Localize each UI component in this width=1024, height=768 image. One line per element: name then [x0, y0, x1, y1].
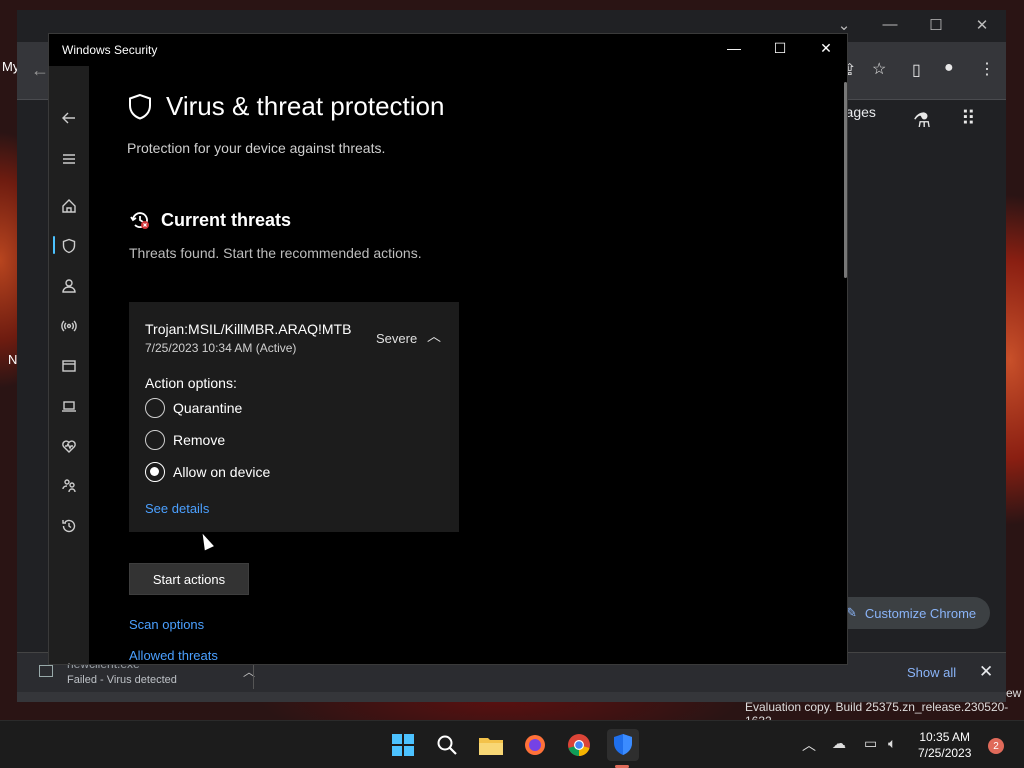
taskbar: ︿ ☁ ▭ 🔈︎ 10:35 AM 7/25/2023 2 — [0, 720, 1024, 768]
customize-chrome-button[interactable]: ✎ Customize Chrome — [832, 597, 990, 629]
chrome-back-icon[interactable]: ← — [31, 60, 49, 81]
chrome-menu-icon[interactable]: ⋮ — [979, 59, 995, 79]
app-browser-icon[interactable] — [49, 351, 89, 381]
account-icon[interactable] — [49, 271, 89, 301]
action-options-label: Action options: — [145, 375, 237, 391]
radio-label: Remove — [173, 432, 226, 448]
radio-quarantine[interactable]: Quarantine — [145, 398, 242, 418]
device-security-icon[interactable] — [49, 391, 89, 421]
firewall-icon[interactable] — [49, 311, 89, 341]
chrome-tab-search-icon[interactable]: ⌄ — [829, 16, 859, 34]
volume-icon[interactable]: 🔈︎ — [888, 735, 896, 752]
chrome-maximize-button[interactable]: ☐ — [921, 16, 951, 34]
close-button[interactable]: ✕ — [806, 40, 846, 62]
radio-label: Quarantine — [173, 400, 243, 416]
allowed-threats-link[interactable]: Allowed threats — [129, 648, 218, 663]
home-icon[interactable] — [49, 191, 89, 221]
see-details-link[interactable]: See details — [145, 501, 209, 516]
history-icon[interactable] — [49, 511, 89, 541]
threat-history-icon — [130, 212, 149, 229]
maximize-button[interactable]: ☐ — [760, 40, 800, 62]
start-icon[interactable] — [387, 729, 419, 761]
download-status: Failed - Virus detected — [67, 674, 177, 686]
chrome-minimize-button[interactable]: — — [875, 16, 905, 33]
bookmark-star-icon[interactable]: ☆ — [872, 59, 886, 79]
nav-sidebar — [49, 66, 89, 664]
family-icon[interactable] — [49, 471, 89, 501]
chrome-icon[interactable] — [563, 729, 595, 761]
minimize-button[interactable]: — — [714, 40, 754, 62]
show-hidden-icons-chevron-icon[interactable]: ︿ — [802, 735, 816, 755]
radio-allow-on-device[interactable]: Allow on device — [145, 462, 270, 482]
radio-button-selected[interactable] — [145, 462, 165, 482]
start-actions-button[interactable]: Start actions — [129, 563, 249, 595]
network-icon[interactable]: ▭ — [864, 735, 877, 752]
clock-date: 7/25/2023 — [918, 746, 972, 760]
threat-card: Trojan:MSIL/KillMBR.ARAQ!MTB 7/25/2023 1… — [129, 302, 459, 532]
threat-name: Trojan:MSIL/KillMBR.ARAQ!MTB — [145, 321, 352, 337]
severity-label: Severe — [376, 331, 418, 346]
file-icon — [39, 665, 53, 677]
title-bar: Windows Security — ☐ ✕ — [49, 34, 847, 66]
radio-remove[interactable]: Remove — [145, 430, 225, 450]
page-header: Virus & threat protection — [127, 91, 444, 122]
close-download-bar-icon[interactable]: ✕ — [979, 662, 993, 682]
scrollbar[interactable] — [844, 82, 847, 278]
window-title: Windows Security — [62, 43, 158, 57]
watermark-tail: ew — [1006, 686, 1022, 700]
radio-button[interactable] — [145, 398, 165, 418]
threat-timestamp: 7/25/2023 10:34 AM (Active) — [145, 341, 297, 355]
side-panel-icon[interactable]: ▯ — [912, 60, 921, 80]
menu-icon[interactable] — [49, 144, 89, 174]
settings-icon[interactable] — [49, 655, 89, 664]
page-subtitle: Protection for your device against threa… — [127, 140, 386, 156]
desktop-label-mid: N — [8, 352, 18, 367]
show-all-downloads-link[interactable]: Show all — [907, 665, 956, 680]
radio-button[interactable] — [145, 430, 165, 450]
health-icon[interactable] — [49, 431, 89, 461]
clock-time: 10:35 AM — [919, 730, 971, 744]
firefox-icon[interactable] — [519, 729, 551, 761]
radio-label: Allow on device — [173, 464, 271, 480]
section-title: Current threats — [161, 209, 292, 230]
current-threats-heading: Current threats — [129, 209, 291, 231]
shield-icon — [129, 93, 151, 120]
shield-icon[interactable] — [49, 231, 89, 261]
chrome-close-button[interactable]: ✕ — [967, 16, 997, 34]
search-icon[interactable] — [431, 729, 463, 761]
windows-security-window: Windows Security — ☐ ✕ Virus & threat pr… — [48, 33, 848, 665]
customize-chrome-label: Customize Chrome — [864, 605, 977, 621]
cloud-offline-icon[interactable]: ☁ — [832, 735, 846, 752]
page-title: Virus & threat protection — [166, 91, 445, 121]
profile-icon[interactable]: ● — [944, 59, 954, 77]
scan-options-link[interactable]: Scan options — [129, 617, 204, 632]
back-icon[interactable] — [49, 103, 89, 133]
windows-security-taskbar-icon[interactable] — [607, 729, 639, 761]
file-explorer-icon[interactable] — [475, 729, 507, 761]
section-subtitle: Threats found. Start the recommended act… — [129, 245, 422, 261]
apps-grid-icon[interactable]: ⠿ — [961, 106, 976, 131]
notification-badge[interactable]: 2 — [988, 738, 1004, 754]
labs-flask-icon[interactable]: ⚗ — [913, 108, 931, 133]
clock[interactable]: 10:35 AM 7/25/2023 — [918, 729, 971, 761]
chevron-up-icon[interactable]: ︿ — [427, 326, 441, 346]
